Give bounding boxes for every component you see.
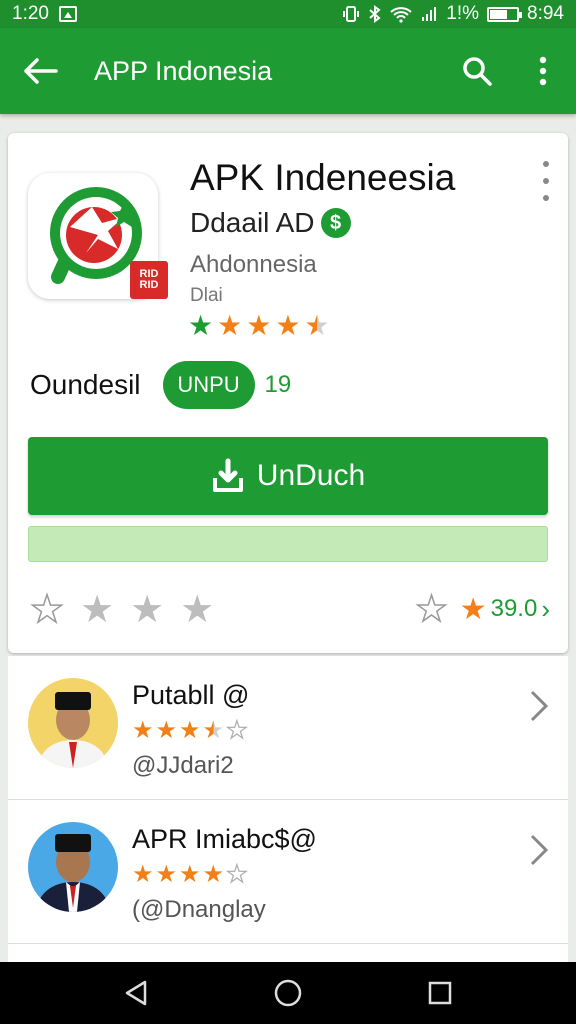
star-icon: ★ — [459, 592, 487, 626]
reviews-list: Putabll @ ★ ★ ★ ★ ★ @JJdari2 APR Imiabc$… — [8, 656, 568, 962]
battery-icon — [487, 6, 523, 22]
avatar — [28, 822, 118, 912]
star-half-icon: ★ — [304, 310, 330, 341]
star-outline-icon: ★ — [415, 587, 449, 630]
star-icon: ★ — [155, 717, 178, 744]
status-time: 1:20 — [12, 3, 49, 24]
star-icon: ★ — [246, 310, 272, 341]
verified-badge-icon: $ — [320, 208, 351, 238]
size-row: Oundesil UNPU 19 — [30, 361, 291, 409]
install-button[interactable]: UnDuch — [28, 437, 548, 515]
download-icon — [212, 458, 243, 492]
star-icon: ★ — [217, 310, 243, 341]
search-icon — [463, 57, 492, 86]
star-icon[interactable]: ★ — [80, 587, 114, 632]
review-stars: ★ ★ ★ ★ ★ — [132, 860, 248, 889]
app-bar-title: APP Indonesia — [94, 55, 273, 86]
status-bar: 1:20 1!% 8:94 — [0, 0, 576, 28]
app-bar: APP Indonesia — [0, 28, 576, 114]
rating-value: 39.0 — [490, 595, 538, 622]
size-label: Oundesil — [30, 369, 141, 400]
star-icon: ★ — [179, 717, 201, 744]
status-clock-right: 8:94 — [527, 3, 564, 24]
star-outline-icon[interactable]: ★ — [29, 587, 65, 632]
star-icon[interactable]: ★ — [180, 587, 214, 632]
avatar — [28, 678, 118, 768]
reviewer-handle: @JJdari2 — [132, 752, 234, 779]
star-icon: ★ — [202, 861, 225, 888]
app-detail-card: RID RID APK Indeneesia Ddaail AD $ Ahdon… — [8, 133, 568, 653]
list-item[interactable]: APR Imiabc$@ ★ ★ ★ ★ ★ (@Dnanglay — [8, 800, 568, 944]
size-count: 19 — [264, 371, 292, 398]
nav-home-icon — [274, 979, 302, 1007]
nav-recents-button[interactable] — [410, 968, 470, 1018]
nav-recents-icon — [428, 981, 452, 1005]
vibrate-icon — [342, 5, 360, 23]
star-icon: ★ — [132, 861, 154, 888]
star-icon: ★ — [132, 717, 154, 744]
install-label: UnDuch — [256, 459, 366, 492]
app-badge: RID RID — [130, 261, 168, 299]
app-rating-stars: ★ ★ ★ ★ ★ — [188, 309, 330, 342]
app-meta: Dlai — [190, 285, 223, 306]
image-notification-icon — [58, 6, 77, 22]
star-icon: ★ — [188, 310, 214, 341]
star-icon: ★ — [155, 861, 178, 888]
rating-summary[interactable]: ★ ★ 39.0 › — [415, 587, 550, 630]
size-chip[interactable]: UNPU — [162, 361, 255, 409]
star-icon: ★ — [179, 861, 201, 888]
app-title: APK Indeneesia — [190, 157, 456, 198]
bluetooth-icon — [368, 5, 382, 23]
review-stars: ★ ★ ★ ★ ★ — [132, 716, 248, 745]
star-outline-icon: ★ — [225, 860, 248, 888]
list-item[interactable]: Putabll @ ★ ★ ★ ★ ★ @JJdari2 — [8, 656, 568, 800]
rate-this-app-stars[interactable]: ★ ★ ★ ★ — [29, 587, 214, 632]
star-half-icon: ★ — [202, 717, 225, 744]
nav-back-button[interactable] — [106, 968, 166, 1018]
star-outline-icon: ★ — [225, 716, 248, 744]
chevron-right-icon[interactable] — [524, 830, 554, 870]
rate-row: ★ ★ ★ ★ ★ ★ 39.0 › — [29, 585, 550, 633]
download-progress-bar — [28, 526, 548, 562]
nav-back-icon — [125, 980, 147, 1006]
nav-home-button[interactable] — [258, 968, 318, 1018]
chevron-right-icon[interactable] — [524, 686, 554, 726]
signal-icon — [420, 5, 438, 23]
back-button[interactable] — [0, 28, 80, 114]
star-icon: ★ — [275, 310, 301, 341]
app-icon[interactable]: RID RID — [28, 173, 168, 299]
battery-percent: 1!% — [446, 3, 480, 24]
reviewer-handle: (@Dnanglay — [132, 896, 266, 923]
more-vert-icon — [539, 56, 547, 86]
reviewer-name: APR Imiabc$@ — [132, 824, 317, 854]
star-icon[interactable]: ★ — [130, 587, 164, 632]
developer-name: Ddaail AD — [190, 207, 315, 238]
wifi-icon — [390, 5, 412, 23]
chevron-right-icon: › — [541, 593, 550, 624]
card-more-vert-icon[interactable] — [538, 161, 554, 201]
system-nav-bar — [0, 962, 576, 1024]
developer-row[interactable]: Ddaail AD $ — [190, 207, 351, 239]
search-button[interactable] — [444, 28, 510, 114]
overflow-menu-button[interactable] — [510, 28, 576, 114]
back-arrow-icon — [24, 58, 58, 84]
app-category: Ahdonnesia — [190, 251, 317, 278]
reviewer-name: Putabll @ — [132, 680, 250, 710]
